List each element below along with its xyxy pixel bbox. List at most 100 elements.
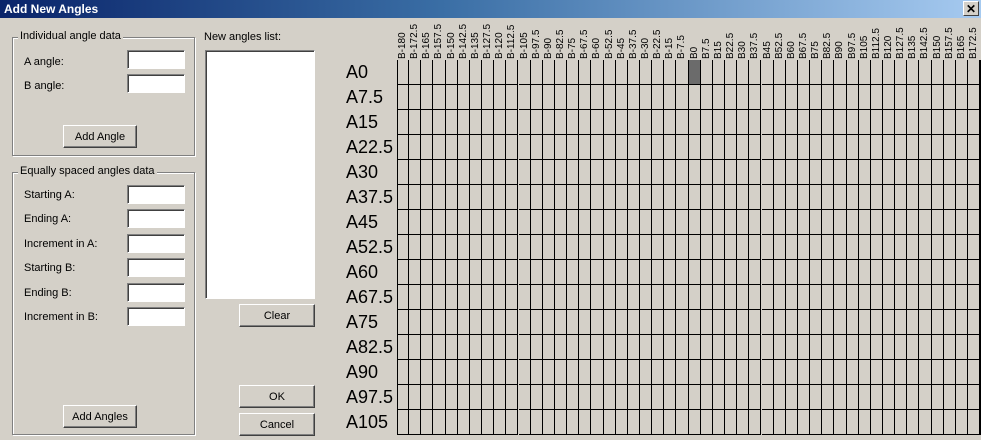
grid-cell[interactable] [421, 385, 434, 410]
grid-cell[interactable] [712, 160, 726, 185]
grid-cell[interactable] [457, 260, 470, 285]
grid-cell[interactable] [397, 310, 410, 335]
grid-cell[interactable] [494, 285, 507, 310]
grid-cell[interactable] [627, 235, 640, 260]
grid-cell[interactable] [567, 110, 580, 135]
grid-cell[interactable] [530, 110, 543, 135]
grid-cell[interactable] [883, 410, 896, 435]
grid-cell[interactable] [822, 185, 835, 210]
grid-cell[interactable] [664, 385, 677, 410]
grid-cell[interactable] [494, 60, 507, 85]
grid-cell[interactable] [749, 385, 762, 410]
grid-cell[interactable] [397, 210, 410, 235]
grid-cell[interactable] [895, 85, 908, 110]
grid-cell[interactable] [469, 210, 483, 235]
grid-cell[interactable] [919, 185, 932, 210]
grid-cell[interactable] [870, 60, 883, 85]
grid-cell[interactable] [409, 360, 422, 385]
grid-cell[interactable] [725, 410, 738, 435]
grid-cell[interactable] [433, 60, 446, 85]
grid-cell[interactable] [797, 260, 811, 285]
grid-cell[interactable] [652, 235, 665, 260]
grid-cell[interactable] [676, 360, 689, 385]
grid-cell[interactable] [773, 310, 786, 335]
grid-cell[interactable] [433, 410, 446, 435]
grid-cell[interactable] [737, 160, 750, 185]
grid-cell[interactable] [968, 110, 981, 135]
grid-cell[interactable] [919, 335, 932, 360]
grid-cell[interactable] [469, 160, 483, 185]
grid-cell[interactable] [773, 285, 786, 310]
grid-cell[interactable] [749, 335, 762, 360]
grid-cell[interactable] [834, 110, 847, 135]
grid-cell[interactable] [457, 185, 470, 210]
grid-cell[interactable] [506, 385, 519, 410]
grid-cell[interactable] [579, 110, 592, 135]
grid-cell[interactable] [506, 185, 519, 210]
grid-cell[interactable] [797, 135, 811, 160]
grid-cell[interactable] [409, 260, 422, 285]
grid-cell[interactable] [627, 60, 640, 85]
grid-cell[interactable] [397, 335, 410, 360]
grid-cell[interactable] [664, 335, 677, 360]
grid-cell[interactable] [469, 185, 483, 210]
grid-cell[interactable] [676, 85, 689, 110]
grid-cell[interactable] [907, 185, 920, 210]
grid-cell[interactable] [640, 285, 653, 310]
grid-cell[interactable] [433, 135, 446, 160]
grid-cell[interactable] [542, 285, 555, 310]
grid-cell[interactable] [797, 85, 811, 110]
grid-cell[interactable] [955, 335, 969, 360]
grid-cell[interactable] [907, 210, 920, 235]
grid-cell[interactable] [567, 360, 580, 385]
grid-cell[interactable] [627, 210, 640, 235]
grid-cell[interactable] [919, 85, 932, 110]
grid-cell[interactable] [749, 235, 762, 260]
grid-cell[interactable] [712, 360, 726, 385]
grid-cell[interactable] [554, 410, 568, 435]
grid-cell[interactable] [858, 235, 871, 260]
grid-cell[interactable] [810, 260, 823, 285]
grid-cell[interactable] [603, 260, 616, 285]
grid-cell[interactable] [506, 335, 519, 360]
grid-cell[interactable] [712, 385, 726, 410]
grid-cell[interactable] [943, 235, 956, 260]
grid-cell[interactable] [676, 135, 689, 160]
grid-cell[interactable] [822, 135, 835, 160]
grid-cell[interactable] [797, 385, 811, 410]
grid-cell[interactable] [883, 385, 896, 410]
grid-cell[interactable] [700, 310, 713, 335]
grid-cell[interactable] [712, 185, 726, 210]
ending-a-input[interactable] [127, 209, 185, 228]
grid-cell[interactable] [457, 210, 470, 235]
grid-cell[interactable] [858, 285, 871, 310]
grid-cell[interactable] [518, 160, 531, 185]
grid-cell[interactable] [688, 310, 701, 335]
grid-cell[interactable] [640, 385, 653, 410]
grid-cell[interactable] [822, 335, 835, 360]
grid-cell[interactable] [895, 310, 908, 335]
grid-cell[interactable] [773, 135, 786, 160]
grid-cell[interactable] [615, 135, 628, 160]
grid-cell[interactable] [895, 335, 908, 360]
grid-cell[interactable] [688, 235, 701, 260]
grid-cell[interactable] [931, 160, 944, 185]
grid-cell[interactable] [567, 385, 580, 410]
grid-cell[interactable] [968, 410, 981, 435]
grid-cell[interactable] [858, 360, 871, 385]
grid-cell[interactable] [810, 310, 823, 335]
grid-cell[interactable] [955, 160, 969, 185]
grid-cell[interactable] [737, 85, 750, 110]
grid-cell[interactable] [761, 85, 774, 110]
grid-cell[interactable] [591, 85, 604, 110]
grid-cell[interactable] [846, 260, 859, 285]
grid-cell[interactable] [397, 260, 410, 285]
grid-cell[interactable] [761, 60, 774, 85]
grid-cell[interactable] [627, 310, 640, 335]
grid-cell[interactable] [518, 185, 531, 210]
grid-cell[interactable] [615, 335, 628, 360]
grid-cell[interactable] [530, 360, 543, 385]
grid-cell[interactable] [421, 360, 434, 385]
grid-cell[interactable] [870, 335, 883, 360]
grid-cell[interactable] [567, 260, 580, 285]
